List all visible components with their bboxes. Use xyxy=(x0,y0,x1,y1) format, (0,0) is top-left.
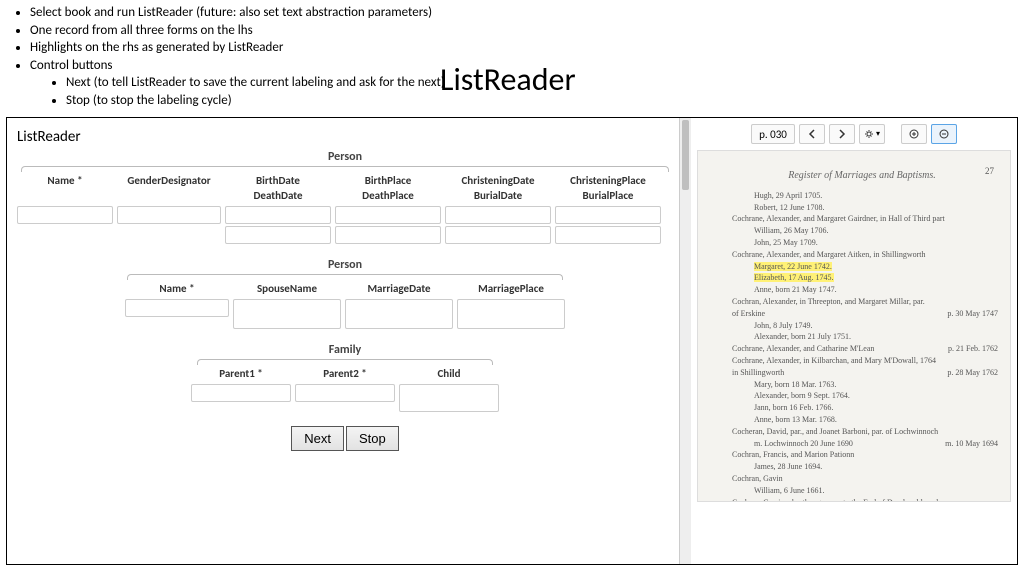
document-image: 27 Register of Marriages and Baptisms. H… xyxy=(697,150,1011,502)
label-birthdate: BirthDate xyxy=(225,174,331,189)
minus-icon xyxy=(939,129,949,139)
doc-line: m. Lochwinnoch 20 June 1690m. 10 May 169… xyxy=(726,439,998,450)
doc-line: Cochrane, Alexander, and Margaret Aitken… xyxy=(726,250,998,261)
doc-line: Hugh, 29 April 1705. xyxy=(726,191,998,202)
bracket-decoration xyxy=(127,274,563,280)
app-heading: ListReader xyxy=(17,128,673,146)
next-page-button[interactable] xyxy=(829,124,855,144)
chevron-down-icon: ▾ xyxy=(876,129,880,139)
doc-line: Mary, born 18 Mar. 1763. xyxy=(726,380,998,391)
doc-line: Robert, 12 June 1708. xyxy=(726,203,998,214)
doc-line: John, 8 July 1749. xyxy=(726,321,998,332)
stop-button[interactable]: Stop xyxy=(346,426,399,451)
doc-line: Jann, born 16 Feb. 1766. xyxy=(726,403,998,414)
label-name2: Name * xyxy=(125,282,229,297)
doc-line: James, 28 June 1694. xyxy=(726,462,998,473)
input-parent2[interactable] xyxy=(295,384,395,402)
doc-line: William, 6 June 1661. xyxy=(726,486,998,497)
doc-line: in Shillingworthp. 28 May 1762 xyxy=(726,368,998,379)
input-chrdate[interactable] xyxy=(445,206,551,224)
doc-line: William, 26 May 1706. xyxy=(726,226,998,237)
label-gender: GenderDesignator xyxy=(117,174,221,189)
next-button[interactable]: Next xyxy=(291,426,344,451)
plus-icon xyxy=(909,129,919,139)
label-deathplace: DeathPlace xyxy=(335,189,441,204)
document-pane: p. 030 ▾ 27 Register of Marriages and Ba… xyxy=(691,118,1017,564)
doc-line: of Erskinep. 30 May 1747 xyxy=(726,309,998,320)
doc-title: Register of Marriages and Baptisms. xyxy=(726,169,998,183)
label-deathdate: DeathDate xyxy=(225,189,331,204)
input-deathplace[interactable] xyxy=(335,226,441,244)
input-deathdate[interactable] xyxy=(225,226,331,244)
input-parent1[interactable] xyxy=(191,384,291,402)
doc-line: Elizabeth, 17 Aug. 1745. xyxy=(726,273,998,284)
settings-dropdown[interactable]: ▾ xyxy=(859,124,885,144)
input-chrplace[interactable] xyxy=(555,206,661,224)
highlighted-text: Elizabeth, 17 Aug. 1745. xyxy=(754,273,834,282)
doc-line: John, 25 May 1709. xyxy=(726,238,998,249)
doc-line: Cochran, Gawine, brother german to the E… xyxy=(726,498,998,503)
label-marplace: MarriagePlace xyxy=(457,282,565,297)
input-burdate[interactable] xyxy=(445,226,551,244)
app-window: ListReader Person Name * GenderDesignato… xyxy=(6,117,1018,565)
label-birthplace: BirthPlace xyxy=(335,174,441,189)
note-item: One record from all three forms on the l… xyxy=(30,22,1016,40)
page-indicator: p. 030 xyxy=(751,124,795,144)
input-gender[interactable] xyxy=(117,206,221,224)
bracket-decoration xyxy=(197,359,493,365)
doc-line: Cochrane, Alexander, and Margaret Gairdn… xyxy=(726,214,998,225)
doc-line: Anne, born 13 Mar. 1768. xyxy=(726,415,998,426)
arrow-left-icon xyxy=(807,129,817,139)
input-mardate[interactable] xyxy=(345,299,453,329)
input-birthdate[interactable] xyxy=(225,206,331,224)
input-spouse[interactable] xyxy=(233,299,341,329)
doc-line: Alexander, born 9 Sept. 1764. xyxy=(726,391,998,402)
label-spouse: SpouseName xyxy=(233,282,341,297)
label-burdate: BurialDate xyxy=(445,189,551,204)
doc-line: Cochrane, Alexander, and Catharine M'Lea… xyxy=(726,344,998,355)
label-parent2: Parent2 * xyxy=(295,367,395,382)
doc-line: Cocheran, David, par., and Joanet Barbon… xyxy=(726,427,998,438)
label-chrplace: ChristeningPlace xyxy=(555,174,661,189)
note-item: Select book and run ListReader (future: … xyxy=(30,4,1016,22)
prev-page-button[interactable] xyxy=(799,124,825,144)
highlighted-text: Margaret, 22 June 1742. xyxy=(754,262,832,271)
label-chrdate: ChristeningDate xyxy=(445,174,551,189)
input-marplace[interactable] xyxy=(457,299,565,329)
label-parent1: Parent1 * xyxy=(191,367,291,382)
note-item: Highlights on the rhs as generated by Li… xyxy=(30,39,1016,57)
doc-line: Alexander, born 21 July 1751. xyxy=(726,332,998,343)
label-child: Child xyxy=(399,367,499,382)
input-name[interactable] xyxy=(17,206,113,224)
input-birthplace[interactable] xyxy=(335,206,441,224)
doc-line: Margaret, 22 June 1742. xyxy=(726,262,998,273)
doc-page-number: 27 xyxy=(985,165,994,177)
doc-line: Cochran, Francis, and Marion Pationn xyxy=(726,450,998,461)
gear-icon xyxy=(864,129,874,139)
form-pane: ListReader Person Name * GenderDesignato… xyxy=(7,118,679,564)
zoom-in-button[interactable] xyxy=(901,124,927,144)
label-name: Name * xyxy=(17,174,113,189)
bracket-decoration xyxy=(21,166,669,172)
input-burplace[interactable] xyxy=(555,226,661,244)
input-child[interactable] xyxy=(399,384,499,412)
doc-line: Cochran, Gavin xyxy=(726,474,998,485)
label-mardate: MarriageDate xyxy=(345,282,453,297)
group-label-person2: Person xyxy=(17,258,673,272)
group-label-family: Family xyxy=(17,343,673,357)
arrow-right-icon xyxy=(837,129,847,139)
scroll-thumb[interactable] xyxy=(682,120,689,190)
zoom-out-button[interactable] xyxy=(931,124,957,144)
page-title: ListReader xyxy=(440,60,576,99)
doc-line: Cochran, Alexander, in Threepton, and Ma… xyxy=(726,297,998,308)
scrollbar[interactable] xyxy=(679,118,691,564)
label-burplace: BurialPlace xyxy=(555,189,661,204)
input-name2[interactable] xyxy=(125,299,229,317)
doc-line: Cochrane, Alexander, in Kilbarchan, and … xyxy=(726,356,998,367)
doc-toolbar: p. 030 ▾ xyxy=(697,124,1011,144)
doc-line: Anne, born 21 May 1747. xyxy=(726,285,998,296)
group-label-person1: Person xyxy=(17,150,673,164)
